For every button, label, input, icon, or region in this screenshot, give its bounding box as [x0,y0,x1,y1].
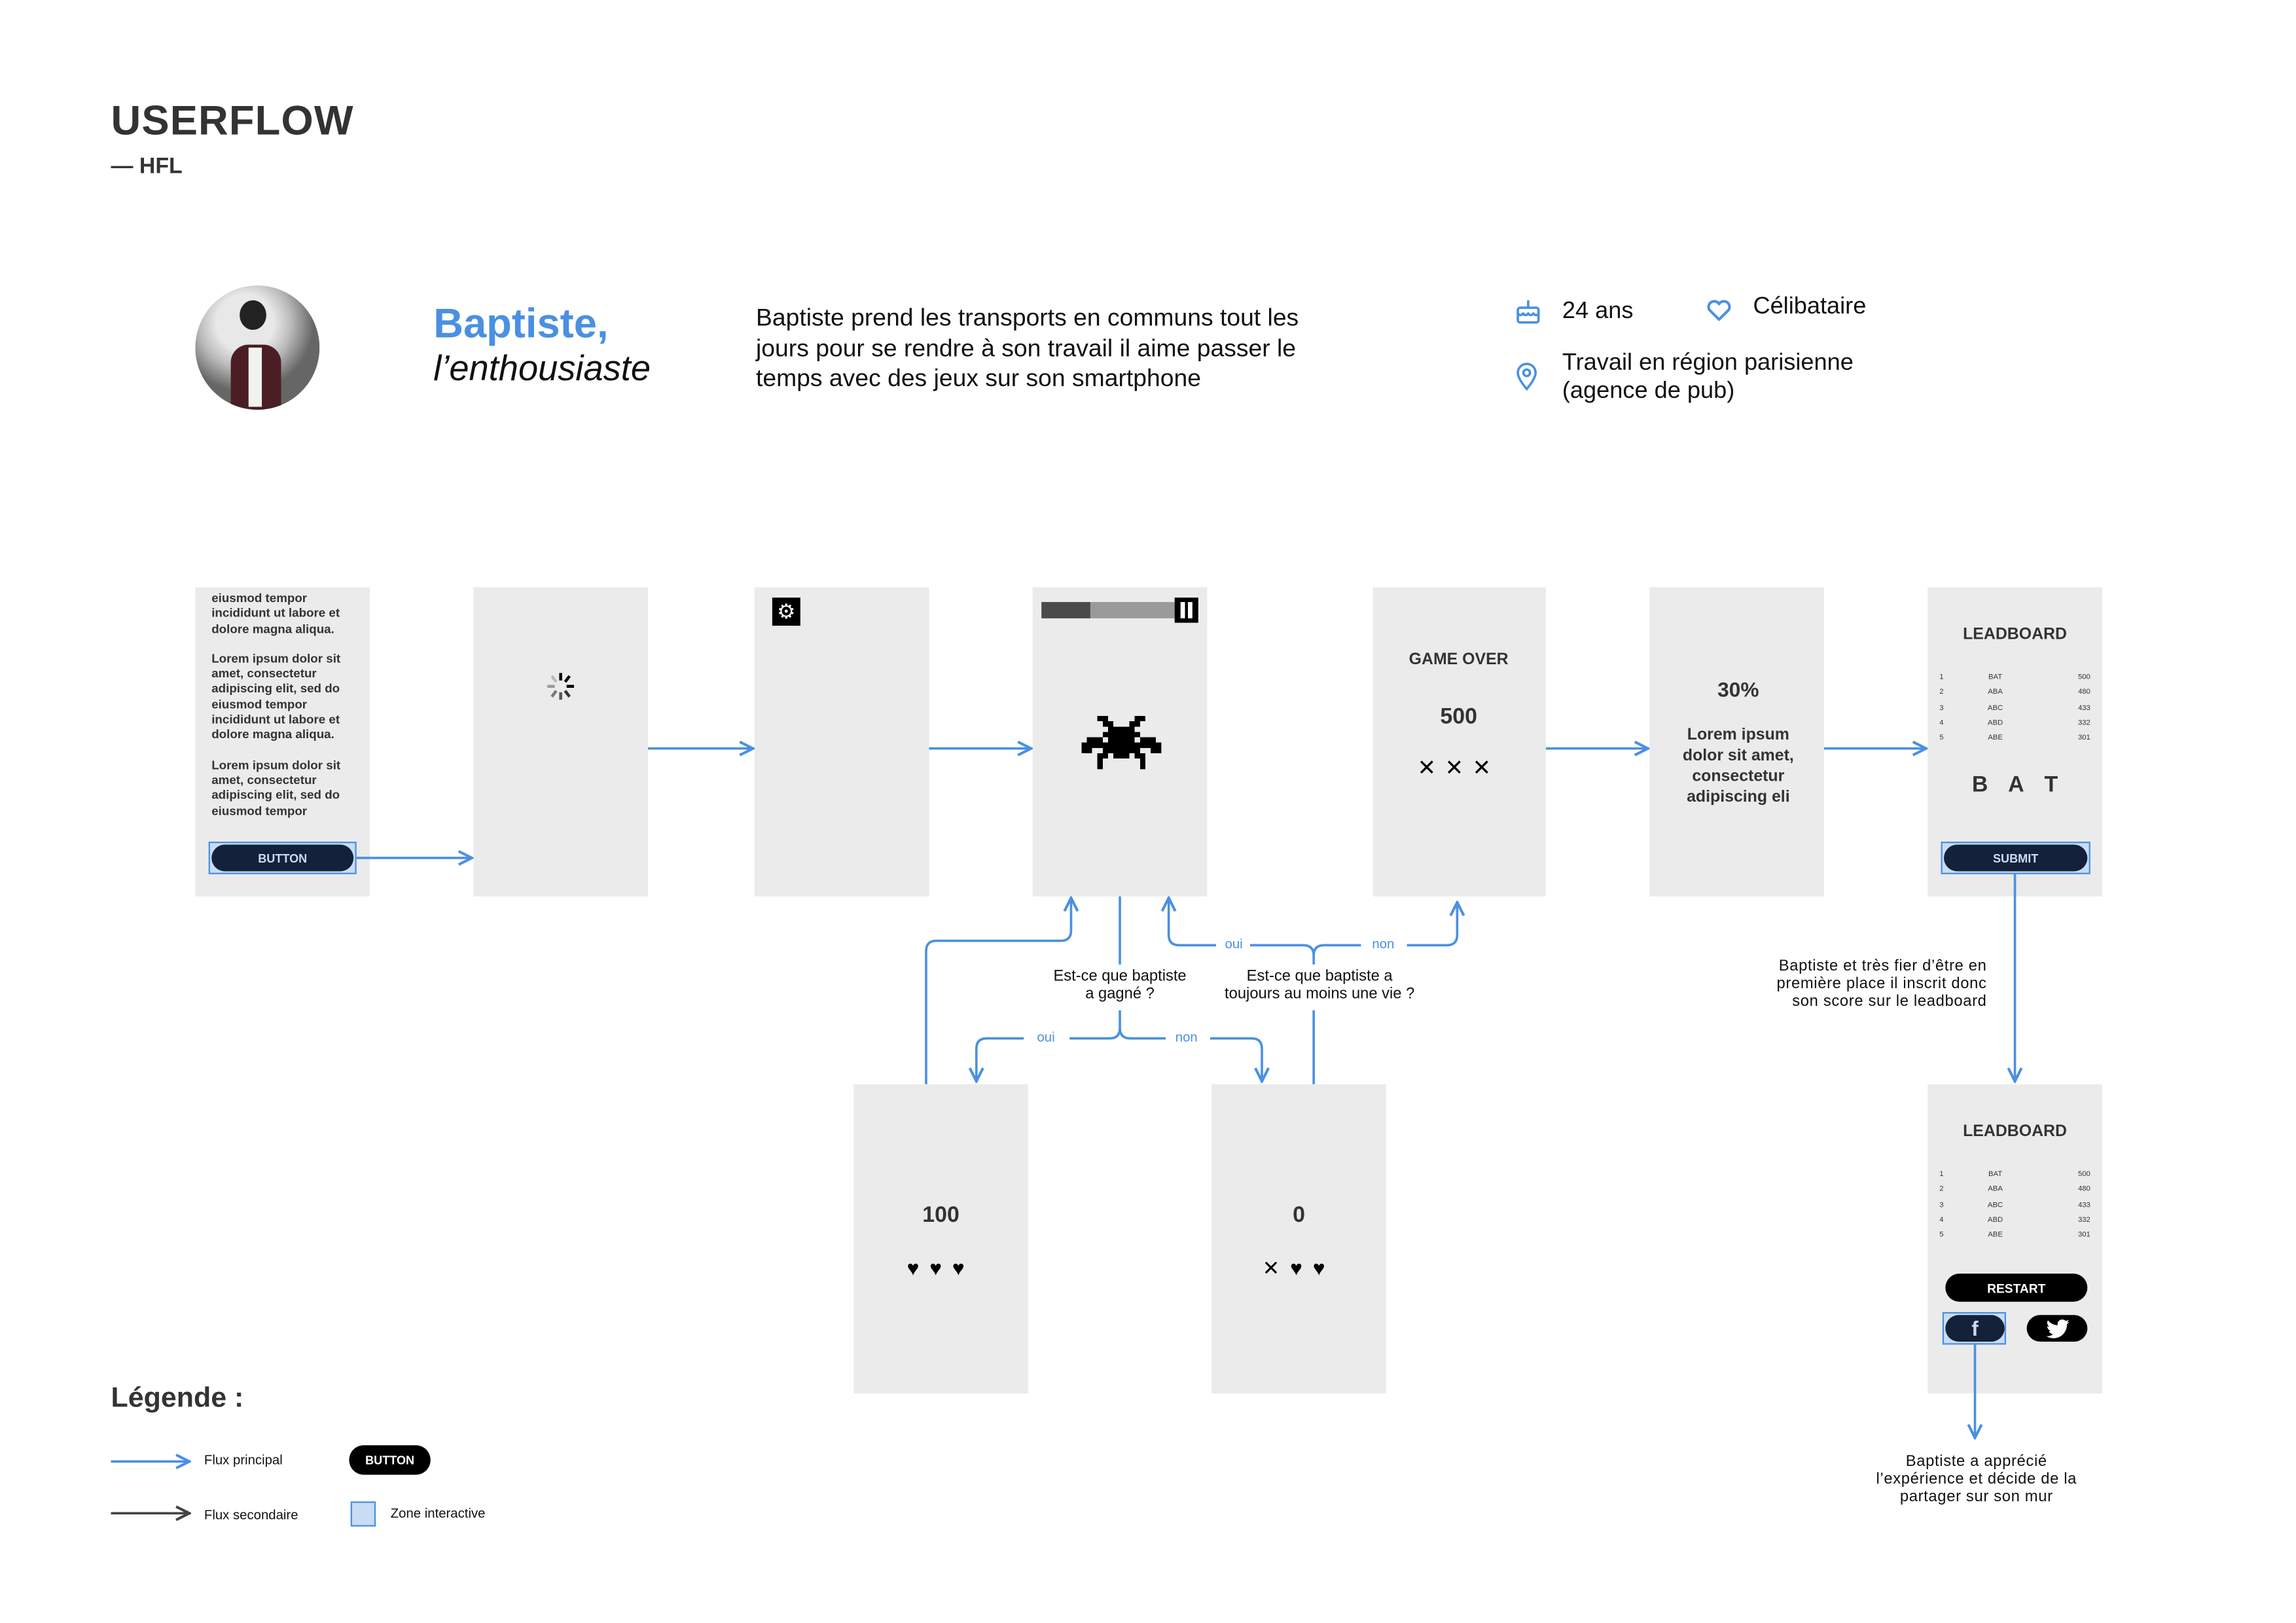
flow-arrows [111,0,2296,1623]
branch-won [977,1010,1121,1081]
legend-secondary-flow: Flux secondaire [204,1507,298,1522]
annotation-share: Baptiste a apprécié l’expérience et décid… [1876,1452,2077,1506]
branch-has-lives [1169,898,1315,965]
label-yes: oui [1225,936,1243,952]
legend-interactive-zone-swatch [350,1501,376,1527]
userflow-board: USERFLOW — HFL Baptiste, l’enthousiaste … [0,0,2296,1623]
label-yes: oui [1037,1029,1055,1044]
legend-button-sample: BUTTON [349,1445,431,1475]
annotation-submit: Baptiste et très fier d’être en première … [1776,957,1987,1010]
decision-lives: Est-ce que baptiste a toujours au moins u… [1225,967,1415,1003]
legend-title: Légende : [111,1383,244,1414]
label-no: non [1175,1029,1198,1044]
label-no: non [1372,936,1395,952]
decision-won: Est-ce que baptiste a gagné ? [1053,967,1187,1003]
arrow-win-to-game [925,898,1071,1084]
legend-interactive-zone: Zone interactive [390,1505,486,1521]
legend-main-flow: Flux principal [204,1452,283,1468]
